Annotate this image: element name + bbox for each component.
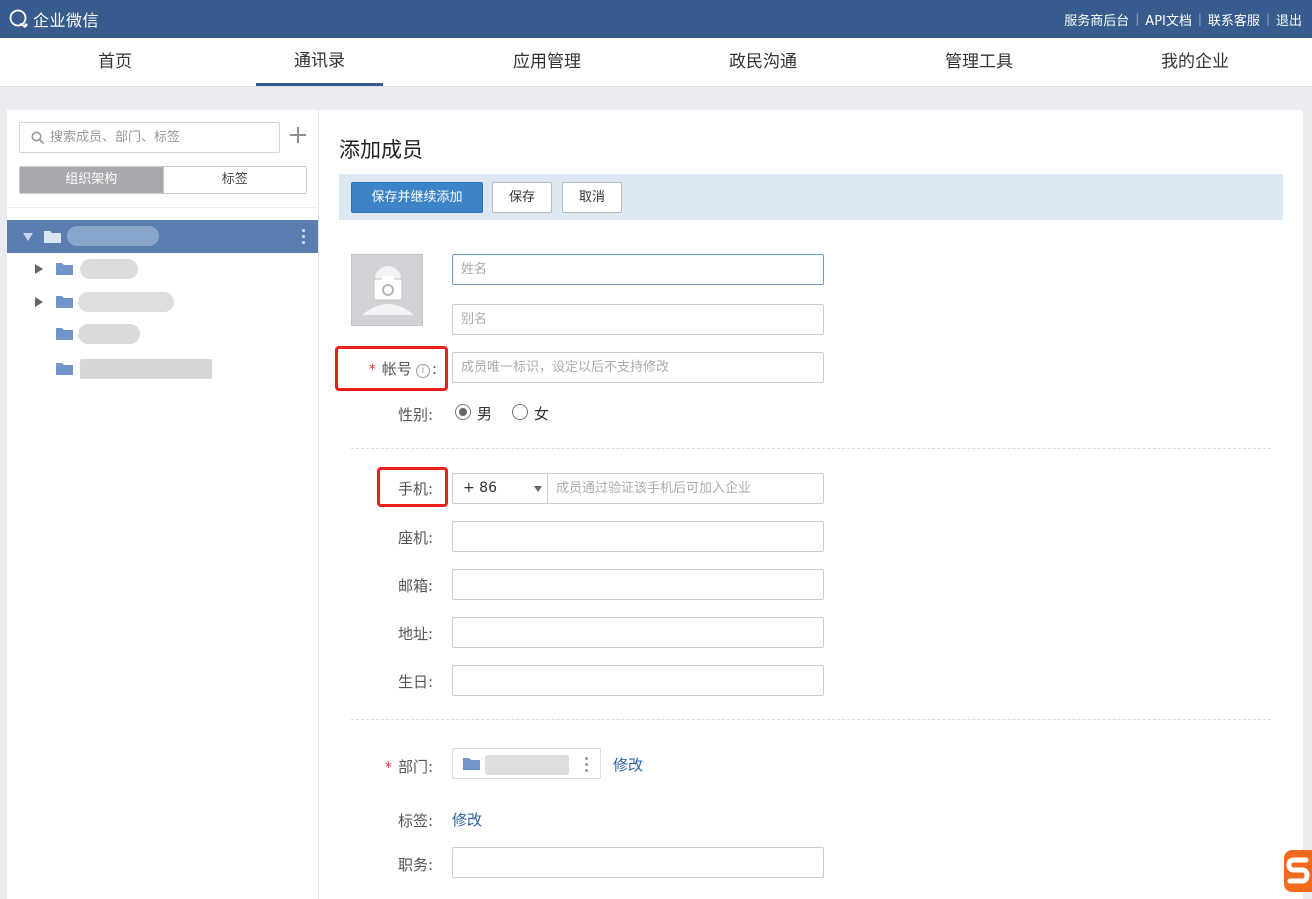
search-box: [19, 122, 280, 153]
tree-root-department[interactable]: [7, 220, 318, 253]
name-field[interactable]: [452, 254, 824, 285]
department-label: * 部门:: [384, 758, 433, 776]
account-field[interactable]: [452, 352, 824, 383]
account-label: * 帐号 i:: [368, 360, 437, 378]
redacted-name: [80, 359, 212, 379]
gender-female-label[interactable]: 女: [534, 403, 549, 424]
position-input[interactable]: [453, 848, 823, 877]
alias-field[interactable]: [452, 304, 824, 335]
chevron-down-icon: [534, 486, 542, 492]
tab-my-enterprise[interactable]: 我的企业: [1120, 38, 1270, 86]
page-title: 添加成员: [339, 138, 423, 162]
folder-icon: [56, 263, 73, 275]
tag-modify-link[interactable]: 修改: [452, 809, 482, 830]
phone-field[interactable]: [452, 521, 824, 552]
email-label: 邮箱:: [397, 577, 433, 595]
segment-org-structure[interactable]: 组织架构: [20, 167, 163, 193]
mobile-field[interactable]: [547, 473, 824, 504]
account-input[interactable]: [453, 353, 823, 382]
gender-male-label[interactable]: 男: [477, 403, 492, 424]
department-modify-link[interactable]: 修改: [613, 754, 643, 775]
birthday-field[interactable]: [452, 665, 824, 696]
section-divider: [351, 719, 1271, 720]
tree-item[interactable]: [7, 253, 318, 285]
main-card: 组织架构 标签: [7, 110, 1303, 899]
gender-label: 性别:: [397, 406, 433, 424]
phone-label: 座机:: [397, 529, 433, 547]
divider: [7, 207, 318, 208]
redacted-name: [80, 259, 138, 279]
expand-right-icon[interactable]: [35, 264, 43, 274]
logout-link[interactable]: 退出: [1270, 10, 1312, 29]
contact-support-link[interactable]: 联系客服: [1202, 10, 1266, 29]
expand-right-icon[interactable]: [35, 297, 43, 307]
more-options-icon[interactable]: [585, 757, 589, 773]
corner-brand-icon: [1284, 850, 1312, 892]
address-label: 地址:: [397, 625, 433, 643]
position-field[interactable]: [452, 847, 824, 878]
mobile-label: 手机:: [397, 480, 433, 498]
top-links: 服务商后台 | API文档 | 联系客服 | 退出: [1058, 0, 1312, 38]
folder-icon: [56, 363, 73, 375]
tree-item[interactable]: [7, 286, 318, 318]
cancel-button[interactable]: 取消: [562, 182, 622, 213]
save-and-continue-button[interactable]: 保存并继续添加: [351, 182, 483, 213]
gender-female-radio[interactable]: [512, 404, 528, 420]
alias-input[interactable]: [453, 305, 823, 334]
mobile-input[interactable]: [548, 474, 823, 503]
form-toolbar: 保存并继续添加 保存 取消: [339, 174, 1283, 220]
avatar-upload[interactable]: [351, 254, 423, 326]
birthday-input[interactable]: [453, 666, 823, 695]
main-nav: 首页 通讯录 应用管理 政民沟通 管理工具 我的企业: [0, 38, 1312, 87]
name-input[interactable]: [453, 255, 823, 284]
tab-app-management[interactable]: 应用管理: [472, 38, 622, 86]
segment-tags[interactable]: 标签: [162, 167, 306, 193]
redacted-name: [78, 324, 140, 344]
tag-label: 标签:: [397, 812, 433, 830]
app-logo[interactable]: 企业微信: [8, 7, 99, 31]
camera-avatar-icon: [362, 266, 414, 315]
birthday-label: 生日:: [397, 673, 433, 691]
country-code-select[interactable]: + 86: [452, 473, 548, 504]
tab-government-communication[interactable]: 政民沟通: [688, 38, 838, 86]
search-input[interactable]: [50, 123, 275, 152]
sidebar-segment: 组织架构 标签: [19, 166, 307, 194]
department-chip[interactable]: [452, 748, 601, 779]
save-button[interactable]: 保存: [492, 182, 552, 213]
app-title: 企业微信: [33, 11, 100, 30]
position-label: 职务:: [397, 856, 433, 874]
folder-icon: [463, 758, 480, 770]
folder-icon: [44, 231, 61, 243]
more-options-icon[interactable]: [302, 229, 306, 245]
tree-item[interactable]: [7, 318, 318, 350]
search-icon: [31, 131, 44, 144]
redacted-department: [485, 755, 569, 775]
tab-management-tools[interactable]: 管理工具: [904, 38, 1054, 86]
api-docs-link[interactable]: API文档: [1139, 10, 1198, 29]
sidebar: 组织架构 标签: [7, 110, 319, 899]
provider-backend-link[interactable]: 服务商后台: [1058, 10, 1135, 29]
corner-s-logo-icon: [1286, 857, 1310, 884]
gender-male-radio[interactable]: [455, 404, 471, 420]
email-field[interactable]: [452, 569, 824, 600]
email-input[interactable]: [453, 570, 823, 599]
tree-item[interactable]: [7, 353, 318, 385]
redacted-name: [67, 226, 159, 246]
country-code-value: + 86: [463, 480, 497, 496]
address-field[interactable]: [452, 617, 824, 648]
section-divider: [351, 448, 1271, 449]
wecom-logo-icon: [9, 9, 28, 28]
top-bar: 企业微信 服务商后台 | API文档 | 联系客服 | 退出: [0, 0, 1312, 38]
address-input[interactable]: [453, 618, 823, 647]
expand-down-icon[interactable]: [23, 233, 33, 241]
phone-input[interactable]: [453, 522, 823, 551]
folder-icon: [56, 328, 73, 340]
info-icon[interactable]: i: [415, 364, 430, 378]
folder-icon: [56, 296, 73, 308]
redacted-name: [78, 292, 174, 312]
tab-home[interactable]: 首页: [40, 38, 190, 86]
tab-contacts[interactable]: 通讯录: [256, 38, 383, 86]
add-icon[interactable]: [290, 127, 306, 143]
